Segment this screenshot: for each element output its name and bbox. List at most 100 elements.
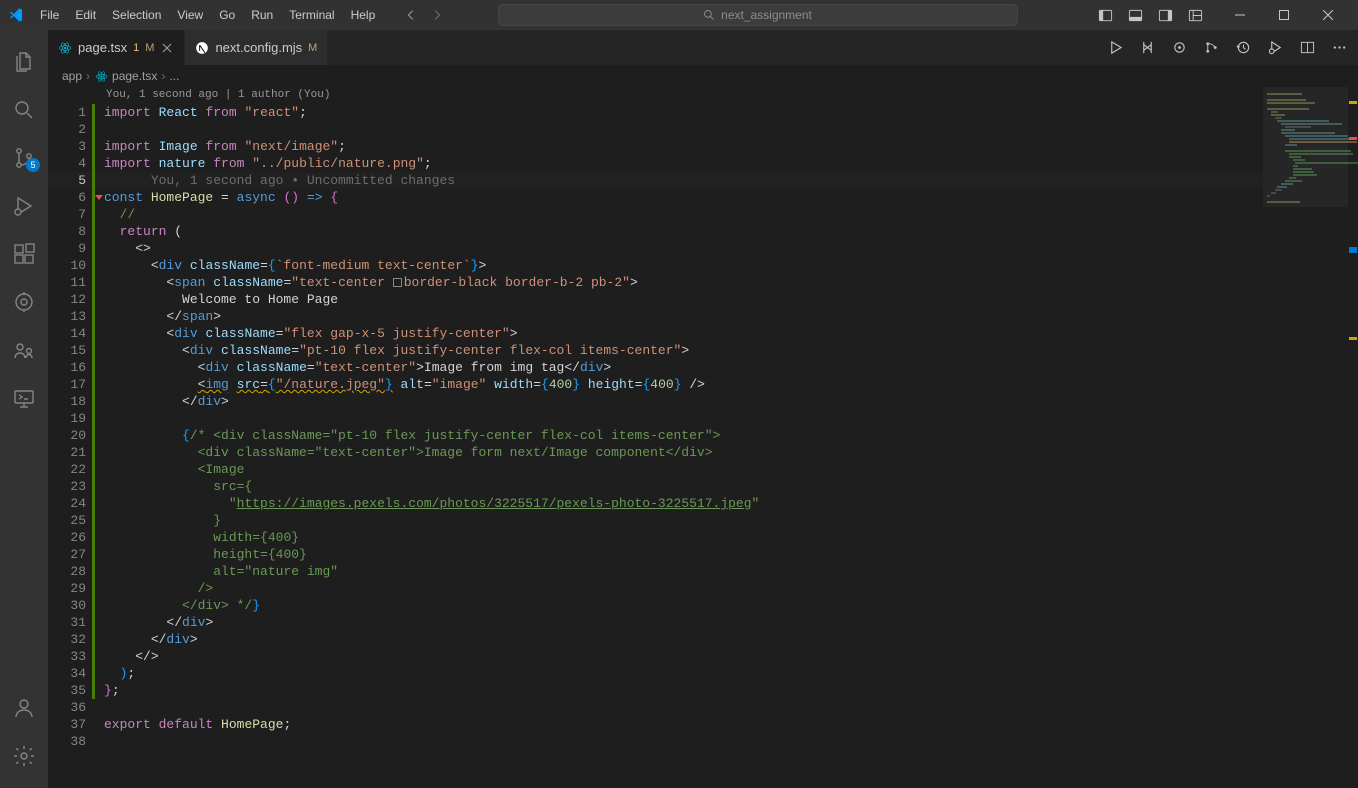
line-number: 22 [48,461,90,478]
menu-terminal[interactable]: Terminal [281,4,342,26]
line-number: 8 [48,223,90,240]
minimize-button[interactable] [1218,1,1262,29]
line-number: 4 [48,155,90,172]
files-icon [12,50,36,74]
nav-arrows [403,7,445,23]
split-editor-icon[interactable] [1298,39,1316,57]
close-window-button[interactable] [1306,1,1350,29]
nextjs-file-icon [195,41,209,55]
overview-ruler[interactable] [1348,87,1358,788]
scm-badge: 5 [26,158,40,172]
line-number: 6 [48,189,90,206]
editor-wrap: You, 1 second ago | 1 author (You) 1impo… [48,87,1358,788]
breadcrumb-file[interactable]: page.tsx [112,69,157,83]
activity-remote[interactable] [0,374,48,422]
codelens[interactable]: You, 1 second ago | 1 author (You) [48,87,1262,104]
git-graph-icon[interactable] [1202,39,1220,57]
toggle-file-blame-icon[interactable] [1170,39,1188,57]
vscode-logo-icon [8,7,24,23]
line-number: 32 [48,631,90,648]
activity-account[interactable] [0,684,48,732]
nav-forward-icon[interactable] [429,7,445,23]
activity-source-control[interactable]: 5 [0,134,48,182]
breadcrumbs[interactable]: app › page.tsx › ... [48,65,1358,87]
customize-layout-icon[interactable] [1188,7,1204,23]
line-number: 17 [48,376,90,393]
react-file-icon [58,41,72,55]
more-actions-icon[interactable] [1330,39,1348,57]
window-controls [1218,1,1350,29]
line-number: 35 [48,682,90,699]
line-number: 18 [48,393,90,410]
run-debug-icon[interactable] [1266,39,1284,57]
code-editor[interactable]: You, 1 second ago | 1 author (You) 1impo… [48,87,1262,788]
remote-icon [12,386,36,410]
line-number: 1 [48,104,90,121]
menu-go[interactable]: Go [211,4,243,26]
search-icon [12,98,36,122]
menu-help[interactable]: Help [343,4,384,26]
line-number: 27 [48,546,90,563]
main-area: 5 page.tsx [0,30,1358,788]
debug-icon [12,194,36,218]
line-number: 20 [48,427,90,444]
tab-next-config[interactable]: next.config.mjs M [185,30,328,65]
toggle-panel-icon[interactable] [1128,7,1144,23]
activity-run-debug[interactable] [0,182,48,230]
line-number: 36 [48,699,90,716]
error-glyph-icon [95,195,103,200]
editor-region: page.tsx 1 M next.config.mjs M [48,30,1358,788]
tab-page-tsx[interactable]: page.tsx 1 M [48,30,185,65]
revision-nav-icon[interactable] [1234,39,1252,57]
line-number: 11 [48,274,90,291]
line-number: 13 [48,308,90,325]
maximize-button[interactable] [1262,1,1306,29]
line-number: 30 [48,597,90,614]
run-icon[interactable] [1106,39,1124,57]
minimap[interactable] [1262,87,1358,788]
menu-run[interactable]: Run [243,4,281,26]
account-icon [12,696,36,720]
nav-back-icon[interactable] [403,7,419,23]
toggle-secondary-sidebar-icon[interactable] [1158,7,1174,23]
line-number: 14 [48,325,90,342]
breadcrumb-more[interactable]: ... [169,69,179,83]
minimap-slider[interactable] [1263,87,1348,207]
activity-bottom [0,684,48,780]
line-number: 34 [48,665,90,682]
line-number: 9 [48,240,90,257]
menu-view[interactable]: View [169,4,211,26]
line-number: 12 [48,291,90,308]
line-number: 23 [48,478,90,495]
command-center[interactable]: next_assignment [498,4,1018,26]
menu-selection[interactable]: Selection [104,4,169,26]
line-number: 24 [48,495,90,512]
activity-gitlens[interactable] [0,278,48,326]
menu-file[interactable]: File [32,4,67,26]
line-number: 16 [48,359,90,376]
close-icon[interactable] [160,41,174,55]
line-number: 26 [48,529,90,546]
line-number: 21 [48,444,90,461]
line-number: 33 [48,648,90,665]
activity-settings[interactable] [0,732,48,780]
line-number: 31 [48,614,90,631]
activity-extensions[interactable] [0,230,48,278]
line-number: 19 [48,410,90,427]
tab-scm-status: M [145,42,154,54]
tab-label: next.config.mjs [215,40,302,55]
line-number: 15 [48,342,90,359]
menu-edit[interactable]: Edit [67,4,104,26]
tab-scm-status: M [308,42,317,54]
breadcrumb-folder[interactable]: app [62,69,82,83]
toggle-primary-sidebar-icon[interactable] [1098,7,1114,23]
compare-changes-icon[interactable] [1138,39,1156,57]
line-number: 38 [48,733,90,750]
line-number: 2 [48,121,90,138]
gitlens-inline: You, 1 second ago • Uncommitted changes [151,173,455,188]
line-number: 10 [48,257,90,274]
activity-explorer[interactable] [0,38,48,86]
activity-search[interactable] [0,86,48,134]
activity-live-share[interactable] [0,326,48,374]
extensions-icon [12,242,36,266]
